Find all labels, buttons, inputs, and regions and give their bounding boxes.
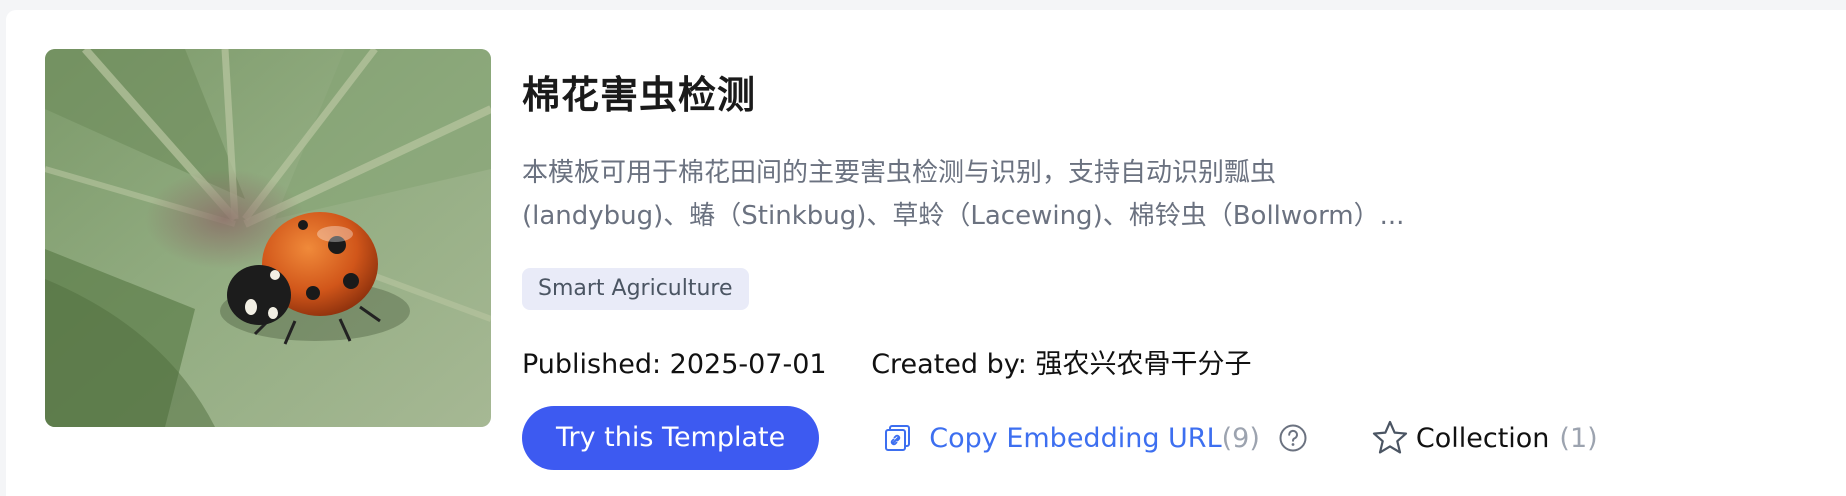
- copy-embedding-url-link[interactable]: Copy Embedding URL (9): [883, 423, 1260, 454]
- copy-link-icon: [885, 425, 911, 451]
- collection-button[interactable]: Collection (1): [1370, 418, 1598, 458]
- description-line-1: 本模板可用于棉花田间的主要害虫检测与识别，支持自动识别瓢虫: [522, 158, 1277, 188]
- description-line-2: (landybug)、蝽（Stinkbug)、草蛉（Lacewing)、棉铃虫（…: [522, 201, 1405, 231]
- copy-embedding-url-label: Copy Embedding URL: [929, 422, 1222, 454]
- template-thumbnail[interactable]: [45, 49, 491, 427]
- category-tag[interactable]: Smart Agriculture: [522, 268, 749, 310]
- collection-label: Collection: [1415, 422, 1550, 454]
- published-date: Published: 2025-07-01: [522, 349, 827, 380]
- try-template-button[interactable]: Try this Template: [522, 406, 820, 470]
- template-meta: Published: 2025-07-01 Created by: 强农兴农骨干…: [522, 342, 1251, 381]
- created-by: Created by: 强农兴农骨干分子: [871, 349, 1252, 380]
- template-card: 棉花害虫检测 本模板可用于棉花田间的主要害虫检测与识别，支持自动识别瓢虫 (la…: [6, 10, 1846, 496]
- template-description: 本模板可用于棉花田间的主要害虫检测与识别，支持自动识别瓢虫 (landybug)…: [522, 152, 1482, 238]
- collection-count: (1): [1559, 422, 1598, 454]
- ladybug-image: [45, 49, 491, 427]
- star-icon: [1372, 420, 1407, 454]
- action-bar: Try this Template Copy Embedding URL (9)…: [522, 406, 1598, 470]
- help-icon[interactable]: [1278, 423, 1308, 453]
- template-title: 棉花害虫检测: [522, 73, 757, 117]
- copy-count: (9): [1221, 422, 1260, 454]
